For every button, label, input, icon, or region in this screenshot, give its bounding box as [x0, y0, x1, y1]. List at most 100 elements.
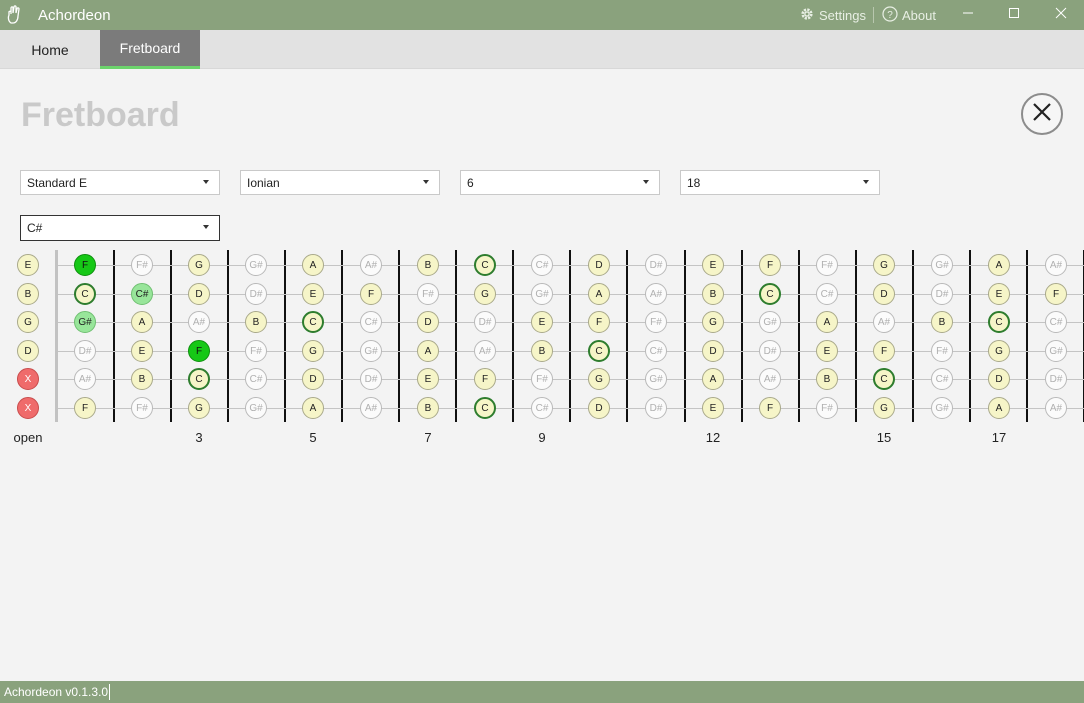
fret-note[interactable]: F — [759, 254, 781, 276]
open-string-note[interactable]: B — [17, 283, 39, 305]
fret-note[interactable]: G — [873, 397, 895, 419]
fret-note[interactable]: D — [302, 368, 324, 390]
fret-note[interactable]: A# — [1045, 254, 1067, 276]
close-window-button[interactable] — [1038, 0, 1084, 30]
fret-note[interactable]: F — [74, 397, 96, 419]
fret-note[interactable]: G# — [1045, 340, 1067, 362]
fret-note[interactable]: G# — [245, 397, 267, 419]
fret-note[interactable]: A# — [873, 311, 895, 333]
fret-note[interactable]: C — [588, 340, 610, 362]
fret-note[interactable]: A — [131, 311, 153, 333]
fret-note[interactable]: F# — [816, 254, 838, 276]
fret-note[interactable]: D# — [759, 340, 781, 362]
fret-note[interactable]: D# — [74, 340, 96, 362]
fret-note[interactable]: E — [417, 368, 439, 390]
fret-note[interactable]: A — [302, 397, 324, 419]
fret-note[interactable]: G# — [74, 311, 96, 333]
open-string-note[interactable]: G — [17, 311, 39, 333]
fret-note[interactable]: D# — [1045, 368, 1067, 390]
root-note-select[interactable]: C# — [20, 215, 220, 241]
settings-button[interactable]: Settings — [799, 6, 866, 25]
fret-note[interactable]: A# — [188, 311, 210, 333]
fret-note[interactable]: A# — [360, 397, 382, 419]
open-string-note[interactable]: X — [17, 368, 39, 390]
fret-note[interactable]: E — [131, 340, 153, 362]
fret-note[interactable]: D — [588, 397, 610, 419]
fret-note[interactable]: D# — [360, 368, 382, 390]
fret-note[interactable]: G# — [360, 340, 382, 362]
fret-note[interactable]: F# — [417, 283, 439, 305]
about-button[interactable]: ? About — [882, 6, 936, 25]
fret-note[interactable]: F — [873, 340, 895, 362]
fret-note[interactable]: C# — [816, 283, 838, 305]
fret-note[interactable]: C — [474, 397, 496, 419]
fret-note[interactable]: F# — [645, 311, 667, 333]
fret-note[interactable]: E — [816, 340, 838, 362]
fret-note[interactable]: B — [245, 311, 267, 333]
fret-note[interactable]: C — [474, 254, 496, 276]
maximize-button[interactable] — [991, 0, 1037, 30]
fret-note[interactable]: F — [360, 283, 382, 305]
fret-note[interactable]: A# — [360, 254, 382, 276]
tuning-select[interactable]: Standard E — [20, 170, 220, 195]
fret-note[interactable]: G# — [645, 368, 667, 390]
fret-note[interactable]: D — [873, 283, 895, 305]
fret-note[interactable]: A — [702, 368, 724, 390]
fret-note[interactable]: B — [702, 283, 724, 305]
fret-note[interactable]: G# — [759, 311, 781, 333]
fret-note[interactable]: A — [302, 254, 324, 276]
fret-note[interactable]: D — [188, 283, 210, 305]
fret-note[interactable]: A# — [1045, 397, 1067, 419]
fret-note[interactable]: C — [759, 283, 781, 305]
fret-note[interactable]: B — [417, 254, 439, 276]
fret-note[interactable]: A# — [759, 368, 781, 390]
fret-note[interactable]: E — [988, 283, 1010, 305]
fret-note[interactable]: D# — [645, 397, 667, 419]
fret-note[interactable]: F — [188, 340, 210, 362]
fret-note[interactable]: C# — [360, 311, 382, 333]
tab-home[interactable]: Home — [0, 30, 100, 69]
fret-note[interactable]: F# — [531, 368, 553, 390]
fret-note[interactable]: F# — [131, 254, 153, 276]
fret-note[interactable]: E — [531, 311, 553, 333]
fret-note[interactable]: C# — [131, 283, 153, 305]
open-string-note[interactable]: D — [17, 340, 39, 362]
fret-note[interactable]: C# — [245, 368, 267, 390]
fret-note[interactable]: G — [988, 340, 1010, 362]
fret-note[interactable]: E — [702, 254, 724, 276]
fret-note[interactable]: C — [988, 311, 1010, 333]
fret-note[interactable]: C — [302, 311, 324, 333]
position-select[interactable]: 6 — [460, 170, 660, 195]
fret-note[interactable]: G — [588, 368, 610, 390]
fret-note[interactable]: A — [988, 397, 1010, 419]
fret-note[interactable]: A — [417, 340, 439, 362]
fret-note[interactable]: G — [702, 311, 724, 333]
fret-note[interactable]: B — [131, 368, 153, 390]
fret-note[interactable]: D# — [474, 311, 496, 333]
fret-note[interactable]: G# — [245, 254, 267, 276]
fret-note[interactable]: B — [816, 368, 838, 390]
fret-note[interactable]: A — [588, 283, 610, 305]
fret-note[interactable]: A# — [474, 340, 496, 362]
fret-note[interactable]: D — [588, 254, 610, 276]
fret-note[interactable]: E — [302, 283, 324, 305]
fret-note[interactable]: F — [759, 397, 781, 419]
fret-note[interactable]: D# — [931, 283, 953, 305]
fret-note[interactable]: G# — [531, 283, 553, 305]
minimize-button[interactable] — [945, 0, 991, 30]
fret-note[interactable]: C# — [531, 397, 553, 419]
fret-note[interactable]: C# — [1045, 311, 1067, 333]
fret-note[interactable]: C# — [645, 340, 667, 362]
fret-note[interactable]: F — [1045, 283, 1067, 305]
fret-note[interactable]: F — [74, 254, 96, 276]
fret-note[interactable]: A# — [74, 368, 96, 390]
fret-note[interactable]: B — [931, 311, 953, 333]
fret-note[interactable]: F — [474, 368, 496, 390]
fret-note[interactable]: G — [188, 397, 210, 419]
fret-note[interactable]: B — [417, 397, 439, 419]
fret-note[interactable]: F# — [816, 397, 838, 419]
fret-note[interactable]: G# — [931, 254, 953, 276]
fret-note[interactable]: D — [702, 340, 724, 362]
fret-note[interactable]: D — [988, 368, 1010, 390]
fret-note[interactable]: G# — [931, 397, 953, 419]
